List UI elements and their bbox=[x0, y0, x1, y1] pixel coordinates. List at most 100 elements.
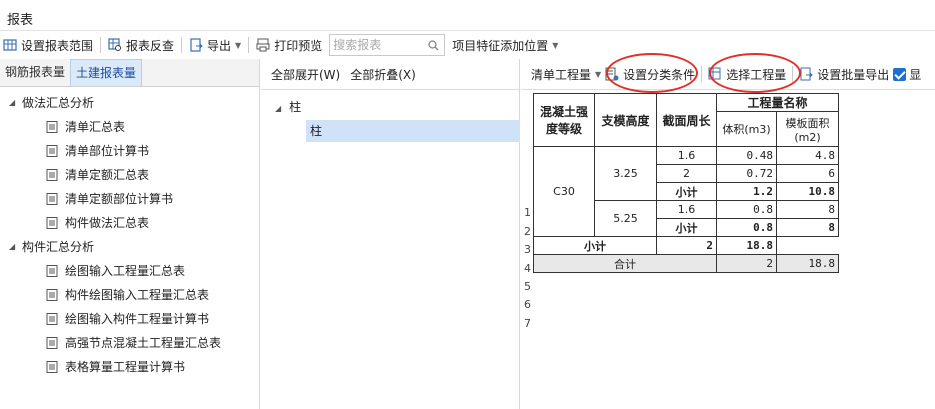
add-position-dropdown[interactable]: 项目特征添加位置 ▼ bbox=[449, 34, 561, 56]
export-label: 导出 bbox=[207, 38, 232, 53]
document-icon bbox=[46, 169, 58, 181]
tree-group-label: 构件汇总分析 bbox=[22, 240, 95, 254]
cell-subtotal-label: 小计 bbox=[656, 218, 717, 237]
window-titlebar: 报表 bbox=[0, 0, 935, 31]
cell-area: 8 bbox=[776, 218, 839, 237]
row-number: 2 bbox=[524, 225, 531, 238]
chevron-down-icon: ▼ bbox=[595, 69, 602, 79]
collapse-all-button[interactable]: 全部折叠(X) bbox=[350, 66, 416, 83]
header-formwork-area: 模板面积(m2) bbox=[776, 111, 839, 147]
table-row: C30 3.25 1.6 0.48 4.8 bbox=[533, 146, 839, 237]
document-icon bbox=[46, 217, 58, 229]
tree-item[interactable]: 清单汇总表 bbox=[0, 115, 259, 139]
cell-area: 8 bbox=[776, 200, 839, 219]
tree-item[interactable]: 清单定额汇总表 bbox=[0, 163, 259, 187]
row-number: 7 bbox=[524, 317, 531, 330]
set-range-label: 设置报表范围 bbox=[21, 38, 94, 53]
tree-item[interactable]: 清单定额部位计算书 bbox=[0, 187, 259, 211]
component-tree-toolbar: 全部展开(W) 全部折叠(X) bbox=[261, 59, 519, 90]
expand-arrow-icon[interactable]: ◢ bbox=[9, 235, 15, 259]
tree-item[interactable]: 表格算量工程量计算书 bbox=[0, 355, 259, 379]
expand-arrow-icon[interactable]: ◢ bbox=[275, 104, 281, 113]
row-number: 6 bbox=[524, 298, 531, 311]
cell-area: 4.8 bbox=[776, 146, 839, 165]
tree-item-label: 清单汇总表 bbox=[65, 120, 126, 134]
qty-type-label: 清单工程量 bbox=[531, 67, 592, 82]
toolbar-divider bbox=[701, 66, 703, 82]
cell-subtotal-label: 小计 bbox=[533, 236, 657, 255]
table-row: 小计 2 18.8 bbox=[533, 236, 839, 255]
row-number: 1 bbox=[524, 206, 531, 219]
cell-subtotal-label: 小计 bbox=[656, 182, 717, 201]
report-check-button[interactable]: 报表反查 bbox=[105, 34, 177, 56]
tree-item-label: 绘图输入工程量汇总表 bbox=[65, 264, 186, 278]
chevron-down-icon: ▼ bbox=[552, 40, 559, 50]
header-perimeter: 截面周长 bbox=[656, 93, 717, 147]
document-icon bbox=[46, 313, 58, 325]
report-search-box bbox=[329, 34, 446, 56]
annotation-circle bbox=[709, 53, 801, 93]
cell-area: 18.8 bbox=[716, 236, 777, 255]
tab-rebar-report[interactable]: 钢筋报表量 bbox=[0, 59, 70, 86]
tree-item-label: 表格算量工程量计算书 bbox=[65, 360, 186, 374]
report-tree: ◢ 做法汇总分析 清单汇总表 清单部位计算书 清单定额汇总表 清单定额部位计算书… bbox=[0, 91, 259, 379]
show-checkbox[interactable]: 显 bbox=[891, 63, 923, 85]
component-child-node[interactable]: 柱 bbox=[306, 120, 520, 142]
cell-volume: 0.8 bbox=[716, 200, 777, 219]
export-icon bbox=[190, 38, 203, 52]
header-grade: 混凝土强度等级 bbox=[533, 93, 595, 147]
tree-item[interactable]: 构件做法汇总表 bbox=[0, 211, 259, 235]
toolbar-divider bbox=[100, 37, 102, 53]
tree-item[interactable]: 构件绘图输入工程量汇总表 bbox=[0, 283, 259, 307]
expand-all-button[interactable]: 全部展开(W) bbox=[271, 66, 340, 83]
export-dropdown[interactable]: 导出 ▼ bbox=[186, 34, 244, 56]
tree-group-component-summary[interactable]: ◢ 构件汇总分析 bbox=[0, 235, 259, 259]
report-check-label: 报表反查 bbox=[126, 38, 175, 53]
row-number: 5 bbox=[524, 280, 531, 293]
row-number: 4 bbox=[524, 262, 531, 275]
print-preview-button[interactable]: 打印预览 bbox=[253, 34, 325, 56]
document-icon bbox=[46, 145, 58, 157]
header-height: 支模高度 bbox=[594, 93, 657, 147]
cell-height: 3.25 bbox=[594, 146, 657, 201]
report-view-panel: 清单工程量 ▼ 设置分类条件 选择工程量 设置批量导出 显 1 2 3 4 5 … bbox=[521, 53, 935, 409]
cell-area: 6 bbox=[776, 164, 839, 183]
expand-arrow-icon[interactable]: ◢ bbox=[9, 91, 15, 115]
component-parent-node[interactable]: ◢ 柱 bbox=[275, 96, 301, 118]
cell-height: 5.25 bbox=[594, 200, 657, 237]
toolbar-divider bbox=[181, 37, 183, 53]
batch-export-button[interactable]: 设置批量导出 bbox=[797, 63, 891, 85]
report-table: 混凝土强度等级 支模高度 截面周长 工程量名称 体积(m3) 模板面积(m2) … bbox=[533, 93, 839, 273]
tree-item-label: 构件绘图输入工程量汇总表 bbox=[65, 288, 210, 302]
grid-settings-icon bbox=[3, 39, 17, 51]
cell-total-label: 合计 bbox=[533, 254, 717, 273]
tree-item[interactable]: 清单部位计算书 bbox=[0, 139, 259, 163]
cell-volume: 2 bbox=[656, 236, 717, 255]
chevron-down-icon: ▼ bbox=[235, 40, 242, 50]
toolbar-divider bbox=[248, 37, 250, 53]
qty-type-dropdown[interactable]: 清单工程量 ▼ bbox=[529, 63, 603, 85]
tree-item-label: 清单定额汇总表 bbox=[65, 168, 150, 182]
cell-area: 10.8 bbox=[776, 182, 839, 201]
main-toolbar: 设置报表范围 报表反查 导出 ▼ 打印预览 项目特征添加位置 ▼ bbox=[0, 32, 935, 58]
tree-item[interactable]: 高强节点混凝土工程量汇总表 bbox=[0, 331, 259, 355]
set-range-button[interactable]: 设置报表范围 bbox=[0, 34, 96, 56]
table-header-row: 混凝土强度等级 支模高度 截面周长 工程量名称 bbox=[533, 93, 839, 147]
report-search-input[interactable] bbox=[330, 35, 425, 55]
print-preview-label: 打印预览 bbox=[274, 38, 323, 53]
tree-item-selected[interactable]: 绘图输入工程量汇总表 bbox=[0, 259, 259, 283]
tree-item[interactable]: 绘图输入构件工程量计算书 bbox=[0, 307, 259, 331]
tree-item-label: 绘图输入构件工程量计算书 bbox=[65, 312, 210, 326]
tree-item-label: 高强节点混凝土工程量汇总表 bbox=[65, 336, 222, 350]
component-parent-label: 柱 bbox=[289, 100, 302, 114]
tree-item-label: 清单定额部位计算书 bbox=[65, 192, 174, 206]
document-icon bbox=[46, 337, 58, 349]
table-total-row: 合计 2 18.8 bbox=[533, 254, 839, 273]
search-icon[interactable] bbox=[428, 40, 439, 51]
checkbox-checked-icon[interactable] bbox=[893, 67, 907, 81]
batch-export-icon bbox=[800, 67, 813, 81]
tree-group-method-summary[interactable]: ◢ 做法汇总分析 bbox=[0, 91, 259, 115]
document-icon bbox=[46, 193, 58, 205]
show-checkbox-label: 显 bbox=[909, 67, 922, 82]
tab-civil-report[interactable]: 土建报表量 bbox=[70, 59, 143, 86]
